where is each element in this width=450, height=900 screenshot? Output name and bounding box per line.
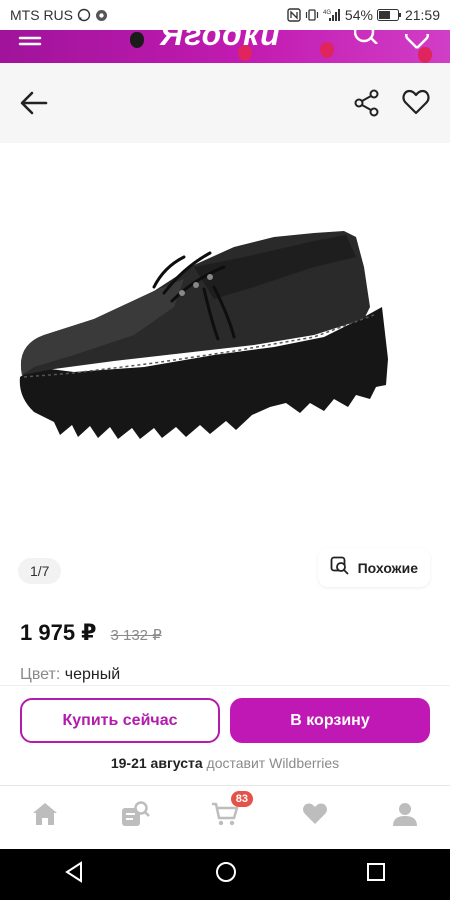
system-nav-bar (0, 849, 450, 900)
purchase-actions: Купить сейчас В корзину 19-21 августа до… (0, 685, 450, 785)
share-icon[interactable] (354, 89, 380, 122)
battery-icon (376, 9, 401, 21)
status-left: MTS RUS (10, 7, 108, 23)
profile-icon (392, 801, 418, 832)
nav-back-icon[interactable] (64, 861, 86, 888)
nav-home-icon[interactable] (215, 861, 237, 888)
berry-decoration (238, 45, 252, 61)
vibrate-icon (305, 8, 319, 22)
bottom-tab-bar: 83 (0, 785, 450, 847)
color-label: Цвет: (20, 666, 61, 683)
similar-search-icon (330, 556, 350, 579)
product-image (19, 231, 389, 439)
chrome-icon (95, 9, 108, 22)
similar-button[interactable]: Похожие (317, 548, 430, 587)
tab-home[interactable] (25, 797, 65, 837)
status-bar: MTS RUS 4G 54% 21:59 (0, 0, 450, 30)
old-price: 3 132 ₽ (110, 627, 162, 644)
banner-brand: Ягодки (160, 30, 281, 52)
whatsapp-icon (77, 8, 91, 22)
delivery-info: 19-21 августа доставит Wildberries (0, 755, 450, 771)
product-gallery[interactable]: 1/7 Похожие (0, 143, 450, 603)
berry-decoration (130, 32, 144, 48)
current-price: 1 975 ₽ (20, 620, 97, 645)
buy-now-button[interactable]: Купить сейчас (20, 698, 220, 743)
tab-profile[interactable] (385, 797, 425, 837)
product-top-nav (0, 63, 450, 143)
status-right: 4G 54% 21:59 (287, 7, 440, 23)
catalog-icon (120, 800, 150, 833)
network-label: 4G (323, 10, 331, 16)
tab-catalog[interactable] (115, 797, 155, 837)
favorite-heart-icon[interactable] (402, 89, 430, 120)
clock: 21:59 (404, 7, 440, 23)
tab-cart[interactable]: 83 (205, 790, 253, 837)
delivery-dates: 19-21 августа (110, 755, 203, 771)
menu-icon[interactable] (18, 34, 44, 59)
berry-decoration (320, 42, 334, 58)
add-to-cart-button[interactable]: В корзину (230, 698, 430, 743)
signal-icon: 4G (323, 8, 341, 22)
color-value: черный (64, 666, 121, 683)
nfc-icon (287, 8, 301, 22)
nav-recents-icon[interactable] (366, 862, 386, 887)
heart-icon[interactable] (404, 30, 430, 55)
home-icon (31, 801, 59, 832)
cart-badge: 83 (230, 790, 253, 807)
carrier-label: MTS RUS (10, 7, 73, 23)
price-row: 1 975 ₽ 3 132 ₽ (20, 620, 162, 646)
delivery-text: доставит Wildberries (206, 755, 340, 771)
color-row: Цвет: черный (20, 666, 120, 684)
tab-favorites[interactable] (295, 797, 335, 837)
back-arrow-icon[interactable] (18, 87, 50, 124)
battery-percent: 54% (344, 7, 373, 23)
similar-label: Похожие (357, 559, 418, 576)
promo-banner[interactable]: Ягодки (0, 30, 450, 63)
gallery-pager: 1/7 (18, 558, 62, 584)
favorites-icon (302, 802, 328, 831)
search-icon[interactable] (353, 30, 380, 49)
